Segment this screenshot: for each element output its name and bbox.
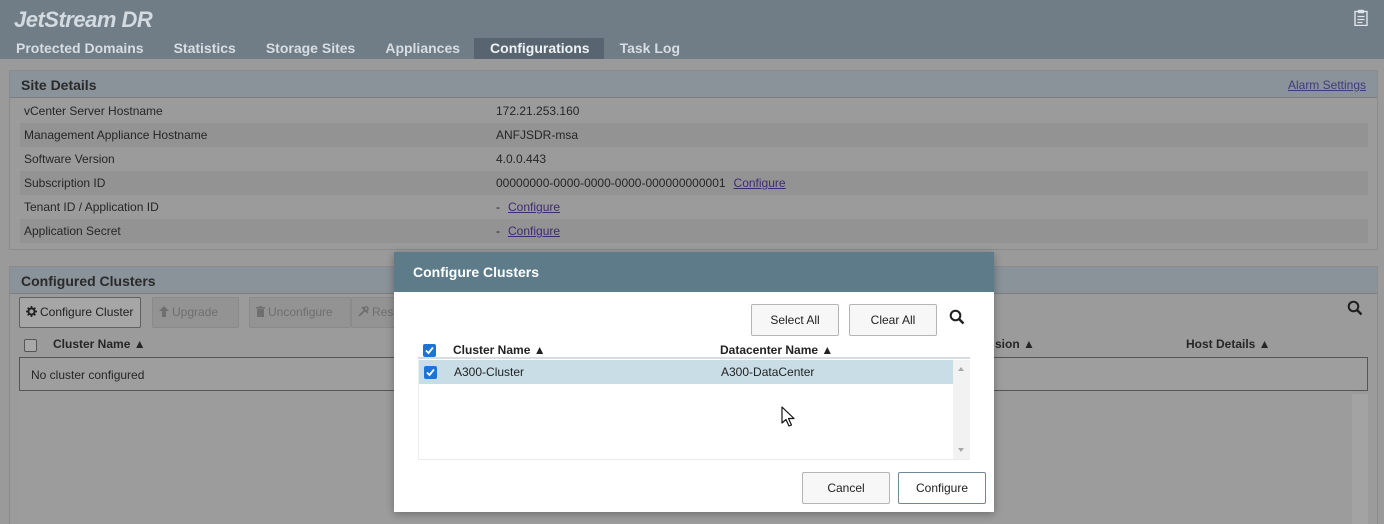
configure-subscription-link[interactable]: Configure	[734, 176, 786, 190]
dialog-table-header: Cluster Name ▲ Datacenter Name ▲	[418, 341, 970, 359]
app-title: JetStream DR	[14, 7, 153, 32]
detail-row-subscription: Subscription ID 00000000-0000-0000-0000-…	[20, 171, 1368, 195]
detail-row-secret: Application Secret - Configure	[20, 219, 1368, 243]
detail-label: Application Secret	[24, 224, 121, 238]
detail-value: ANFJSDR-msa	[496, 128, 578, 142]
trash-icon	[256, 306, 265, 317]
detail-label: Software Version	[24, 152, 115, 166]
upgrade-button[interactable]: Upgrade	[152, 297, 239, 328]
detail-row-appliance: Management Appliance Hostname ANFJSDR-ms…	[20, 123, 1368, 147]
site-details-header	[10, 71, 1377, 98]
detail-row-version: Software Version 4.0.0.443	[20, 147, 1368, 171]
arrow-up-icon	[159, 306, 169, 317]
dialog-title: Configure Clusters	[413, 264, 540, 280]
detail-label: Management Appliance Hostname	[24, 128, 208, 142]
subscription-id-value: 00000000-0000-0000-0000-000000000001	[496, 176, 726, 190]
resolve-label: Res	[372, 305, 394, 319]
detail-value: - Configure	[496, 200, 560, 214]
dialog-table-body: A300-Cluster A300-DataCenter	[418, 360, 970, 460]
search-icon[interactable]	[949, 309, 965, 325]
configure-tenant-link[interactable]: Configure	[508, 200, 560, 214]
column-version[interactable]: sion ▲	[995, 337, 1035, 351]
upgrade-label: Upgrade	[172, 305, 219, 319]
row-checkbox[interactable]	[424, 366, 437, 379]
configure-cluster-label: Configure Cluster	[40, 305, 134, 319]
tenant-id-value: -	[496, 200, 500, 214]
configure-secret-link[interactable]: Configure	[508, 224, 560, 238]
tab-protected-domains[interactable]: Protected Domains	[0, 38, 158, 59]
detail-value: 00000000-0000-0000-0000-000000000001 Conf…	[496, 176, 786, 190]
detail-value: 4.0.0.443	[496, 152, 546, 166]
tools-icon	[358, 306, 369, 317]
app-secret-value: -	[496, 224, 500, 238]
detail-label: vCenter Server Hostname	[24, 104, 163, 118]
gear-icon	[26, 306, 37, 317]
software-version-value: 4.0.0.443	[496, 152, 547, 166]
cancel-button[interactable]: Cancel	[802, 472, 890, 504]
checkmark-icon	[425, 346, 434, 355]
site-details-panel: Site Details Alarm Settings vCenter Serv…	[9, 70, 1378, 250]
empty-table-message: No cluster configured	[31, 368, 145, 382]
unconfigure-button[interactable]: Unconfigure	[249, 297, 351, 328]
dialog-scrollbar[interactable]	[953, 360, 970, 459]
configured-clusters-title: Configured Clusters	[21, 273, 156, 289]
site-details-title: Site Details	[21, 77, 97, 93]
search-icon[interactable]	[1347, 300, 1363, 316]
clusters-scrollbar[interactable]	[1352, 394, 1368, 524]
table-row[interactable]: A300-Cluster A300-DataCenter	[419, 360, 953, 384]
app-header: JetStream DR Protected Domains Statistic…	[0, 0, 1384, 59]
tab-statistics[interactable]: Statistics	[158, 38, 250, 59]
alarm-settings-link[interactable]: Alarm Settings	[1288, 78, 1366, 92]
datacenter-name-cell: A300-DataCenter	[721, 365, 815, 379]
configure-clusters-dialog: Configure Clusters Select All Clear All …	[394, 252, 994, 512]
checkmark-icon	[426, 368, 435, 377]
tab-storage-sites[interactable]: Storage Sites	[250, 38, 369, 59]
select-all-button[interactable]: Select All	[751, 304, 839, 336]
column-cluster-name[interactable]: Cluster Name ▲	[453, 343, 546, 357]
configure-cluster-button[interactable]: Configure Cluster	[19, 297, 141, 328]
detail-row-vcenter: vCenter Server Hostname 172.21.253.160	[20, 99, 1368, 123]
detail-label: Tenant ID / Application ID	[24, 200, 159, 214]
select-all-checkbox[interactable]	[24, 339, 37, 352]
appliance-hostname-value: ANFJSDR-msa	[496, 128, 579, 142]
unconfigure-label: Unconfigure	[268, 305, 333, 319]
main-tabs: Protected Domains Statistics Storage Sit…	[0, 38, 694, 59]
column-datacenter-name[interactable]: Datacenter Name ▲	[720, 343, 833, 357]
configure-button[interactable]: Configure	[898, 472, 986, 504]
scroll-down-icon[interactable]	[958, 448, 964, 452]
column-host-details[interactable]: Host Details ▲	[1186, 337, 1271, 351]
vcenter-hostname-value: 172.21.253.160	[496, 104, 580, 118]
tab-task-log[interactable]: Task Log	[604, 38, 694, 59]
tab-appliances[interactable]: Appliances	[369, 38, 474, 59]
detail-value: 172.21.253.160	[496, 104, 579, 118]
tab-configurations[interactable]: Configurations	[474, 38, 604, 59]
mouse-cursor-icon	[781, 406, 795, 427]
cluster-name-cell: A300-Cluster	[454, 365, 525, 379]
clipboard-icon[interactable]	[1354, 9, 1368, 26]
detail-label: Subscription ID	[24, 176, 106, 190]
column-cluster-name[interactable]: Cluster Name ▲	[53, 337, 146, 351]
select-all-clusters-checkbox[interactable]	[423, 344, 436, 357]
site-details-list: vCenter Server Hostname 172.21.253.160 M…	[20, 99, 1368, 243]
detail-row-tenant: Tenant ID / Application ID - Configure	[20, 195, 1368, 219]
detail-value: - Configure	[496, 224, 560, 238]
scroll-up-icon[interactable]	[958, 367, 964, 371]
clear-all-button[interactable]: Clear All	[849, 304, 937, 336]
